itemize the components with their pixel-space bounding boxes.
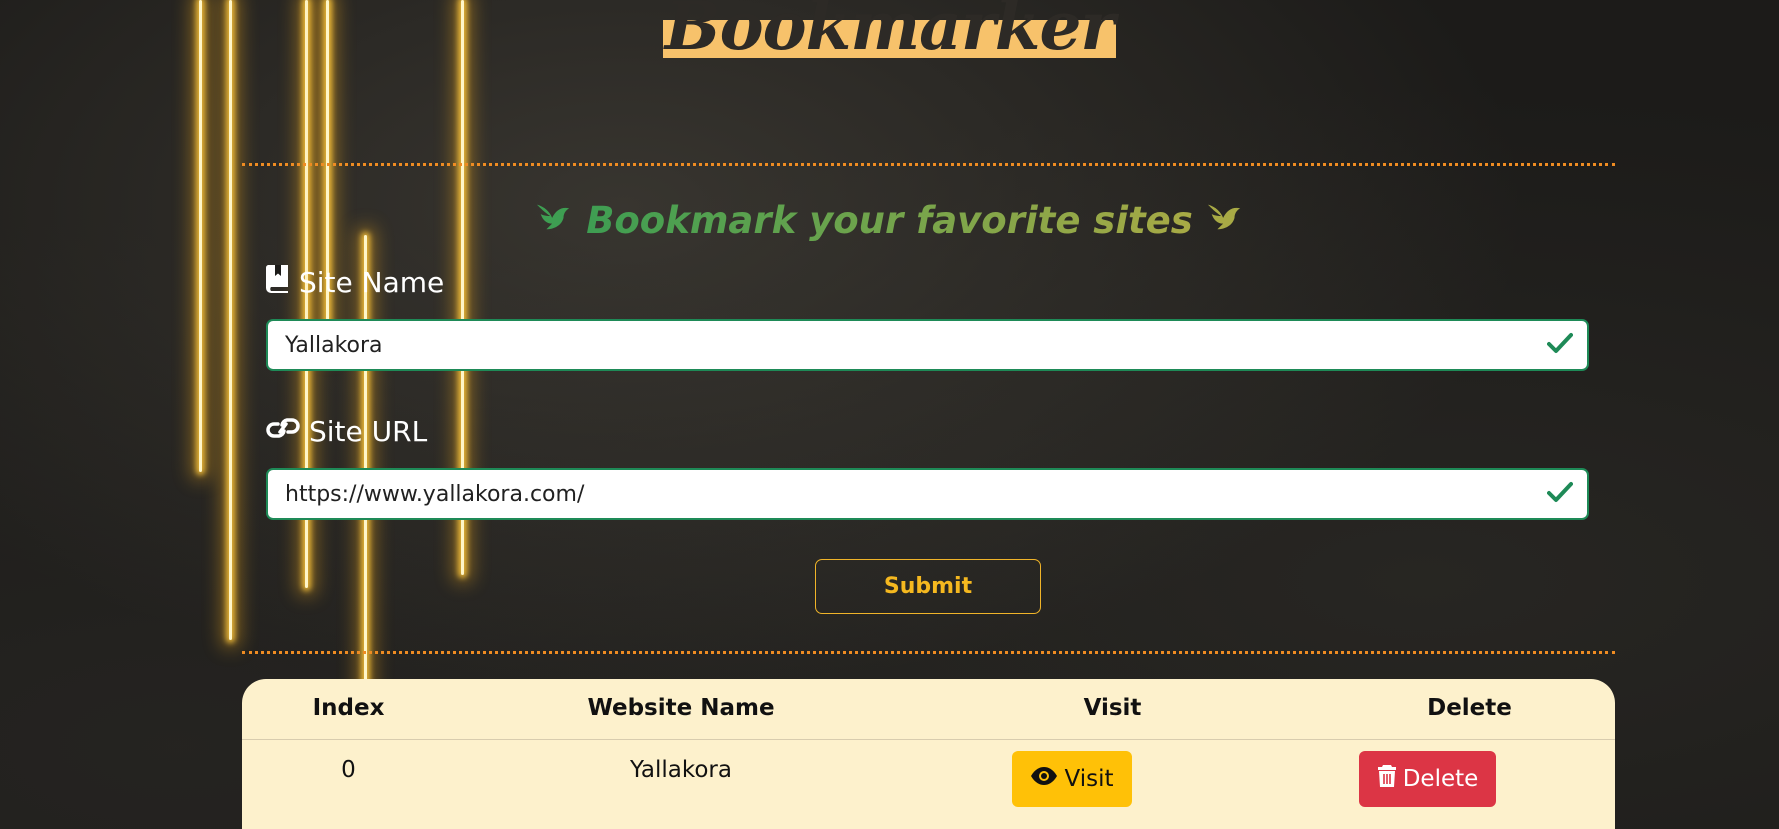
bottom-divider [242,651,1615,654]
page-title: Bookmarker [662,0,1117,59]
link-icon [265,413,301,450]
site-url-value: https://www.yallakora.com/ [285,481,585,507]
site-name-label-text: Site Name [299,266,445,299]
dove-icon [1206,197,1244,248]
header: Bookmarker [0,0,1779,59]
book-bookmark-icon [265,264,291,301]
check-icon [1547,332,1573,358]
header-index: Index [312,695,385,721]
trash-icon [1377,764,1397,794]
light-beam [229,0,232,640]
header-visit: Visit [1083,695,1142,721]
site-name-value: Yallakora [285,332,383,358]
header-delete: Delete [1427,695,1512,721]
header-website-name: Website Name [587,695,775,721]
delete-button-label: Delete [1402,766,1479,792]
eye-icon [1030,766,1058,792]
dove-icon [535,197,573,248]
site-url-label-text: Site URL [309,415,428,448]
delete-button[interactable]: Delete [1359,751,1496,807]
table-header: Index Website Name Visit Delete [242,679,1615,740]
check-icon [1547,481,1573,507]
bookmarks-table: Index Website Name Visit Delete 0 Yallak… [242,679,1615,829]
visit-button[interactable]: Visit [1012,751,1132,807]
row-website-name: Yallakora [630,757,732,783]
row-index: 0 [341,757,356,783]
table-row: 0 Yallakora Visit Delete [242,739,1615,829]
top-divider [242,163,1615,166]
site-url-input[interactable]: https://www.yallakora.com/ [266,468,1589,520]
subtitle-text: Bookmark your favorite sites [586,199,1193,242]
site-name-label: Site Name [265,264,444,301]
site-url-label: Site URL [265,413,427,450]
submit-button[interactable]: Submit [815,559,1041,614]
form-subtitle: Bookmark your favorite sites [0,196,1779,248]
site-name-input[interactable]: Yallakora [266,319,1589,371]
visit-button-label: Visit [1064,766,1114,792]
